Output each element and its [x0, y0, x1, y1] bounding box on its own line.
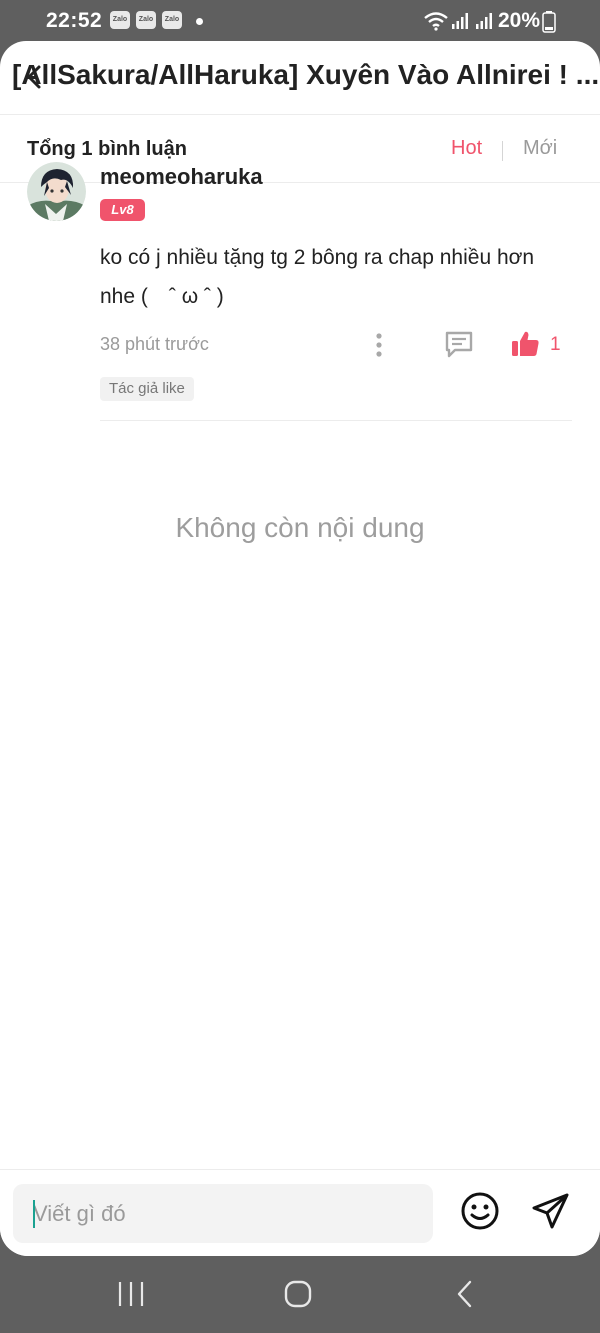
- level-badge: Lv8: [100, 199, 145, 221]
- reply-icon[interactable]: [443, 328, 475, 360]
- comment-input-bar: [0, 1169, 600, 1256]
- status-time: 22:52: [46, 9, 103, 32]
- avatar-image: [27, 162, 86, 221]
- signal-icon: [476, 13, 492, 29]
- end-of-list-message: Không còn nội dung: [175, 512, 425, 543]
- back-icon[interactable]: [446, 1278, 486, 1310]
- thumbs-up-icon: [512, 331, 539, 356]
- zalo-notification-icon: Zalo: [162, 11, 182, 29]
- author-liked-badge: Tác giả like: [100, 377, 194, 401]
- text-caret: [33, 1200, 35, 1228]
- comment-divider: [100, 420, 572, 421]
- comment-item: meomeoharuka Lv8 ko có j nhiều tặng tg 2…: [0, 41, 600, 500]
- send-icon[interactable]: [530, 1190, 572, 1232]
- zalo-notification-icon: Zalo: [136, 11, 156, 29]
- emoji-icon[interactable]: [459, 1190, 501, 1232]
- status-bar: 22:52 Zalo Zalo Zalo 20%: [0, 0, 600, 42]
- notification-dot-icon: [196, 18, 203, 25]
- avatar[interactable]: [27, 162, 86, 221]
- system-nav-bar: [0, 1256, 600, 1333]
- comment-text: ko có j nhiều tặng tg 2 bông ra chap nhi…: [100, 246, 535, 308]
- zalo-notification-icon: Zalo: [110, 11, 130, 29]
- home-icon[interactable]: [278, 1278, 318, 1310]
- wifi-icon: [424, 12, 448, 31]
- comment-input[interactable]: [13, 1184, 433, 1243]
- like-button[interactable]: 1: [510, 327, 570, 361]
- signal-icon: [452, 13, 468, 29]
- battery-icon: [542, 11, 556, 33]
- recent-apps-icon[interactable]: [111, 1278, 151, 1310]
- more-options-icon[interactable]: [370, 330, 388, 360]
- battery-level: 20%: [498, 9, 541, 32]
- comment-timestamp: 38 phút trước: [100, 334, 209, 354]
- like-count: 1: [550, 334, 561, 355]
- comment-username[interactable]: meomeoharuka: [100, 164, 263, 190]
- comments-sheet: [AllSakura/AllHaruka] Xuyên Vào Allnirei…: [0, 41, 600, 1256]
